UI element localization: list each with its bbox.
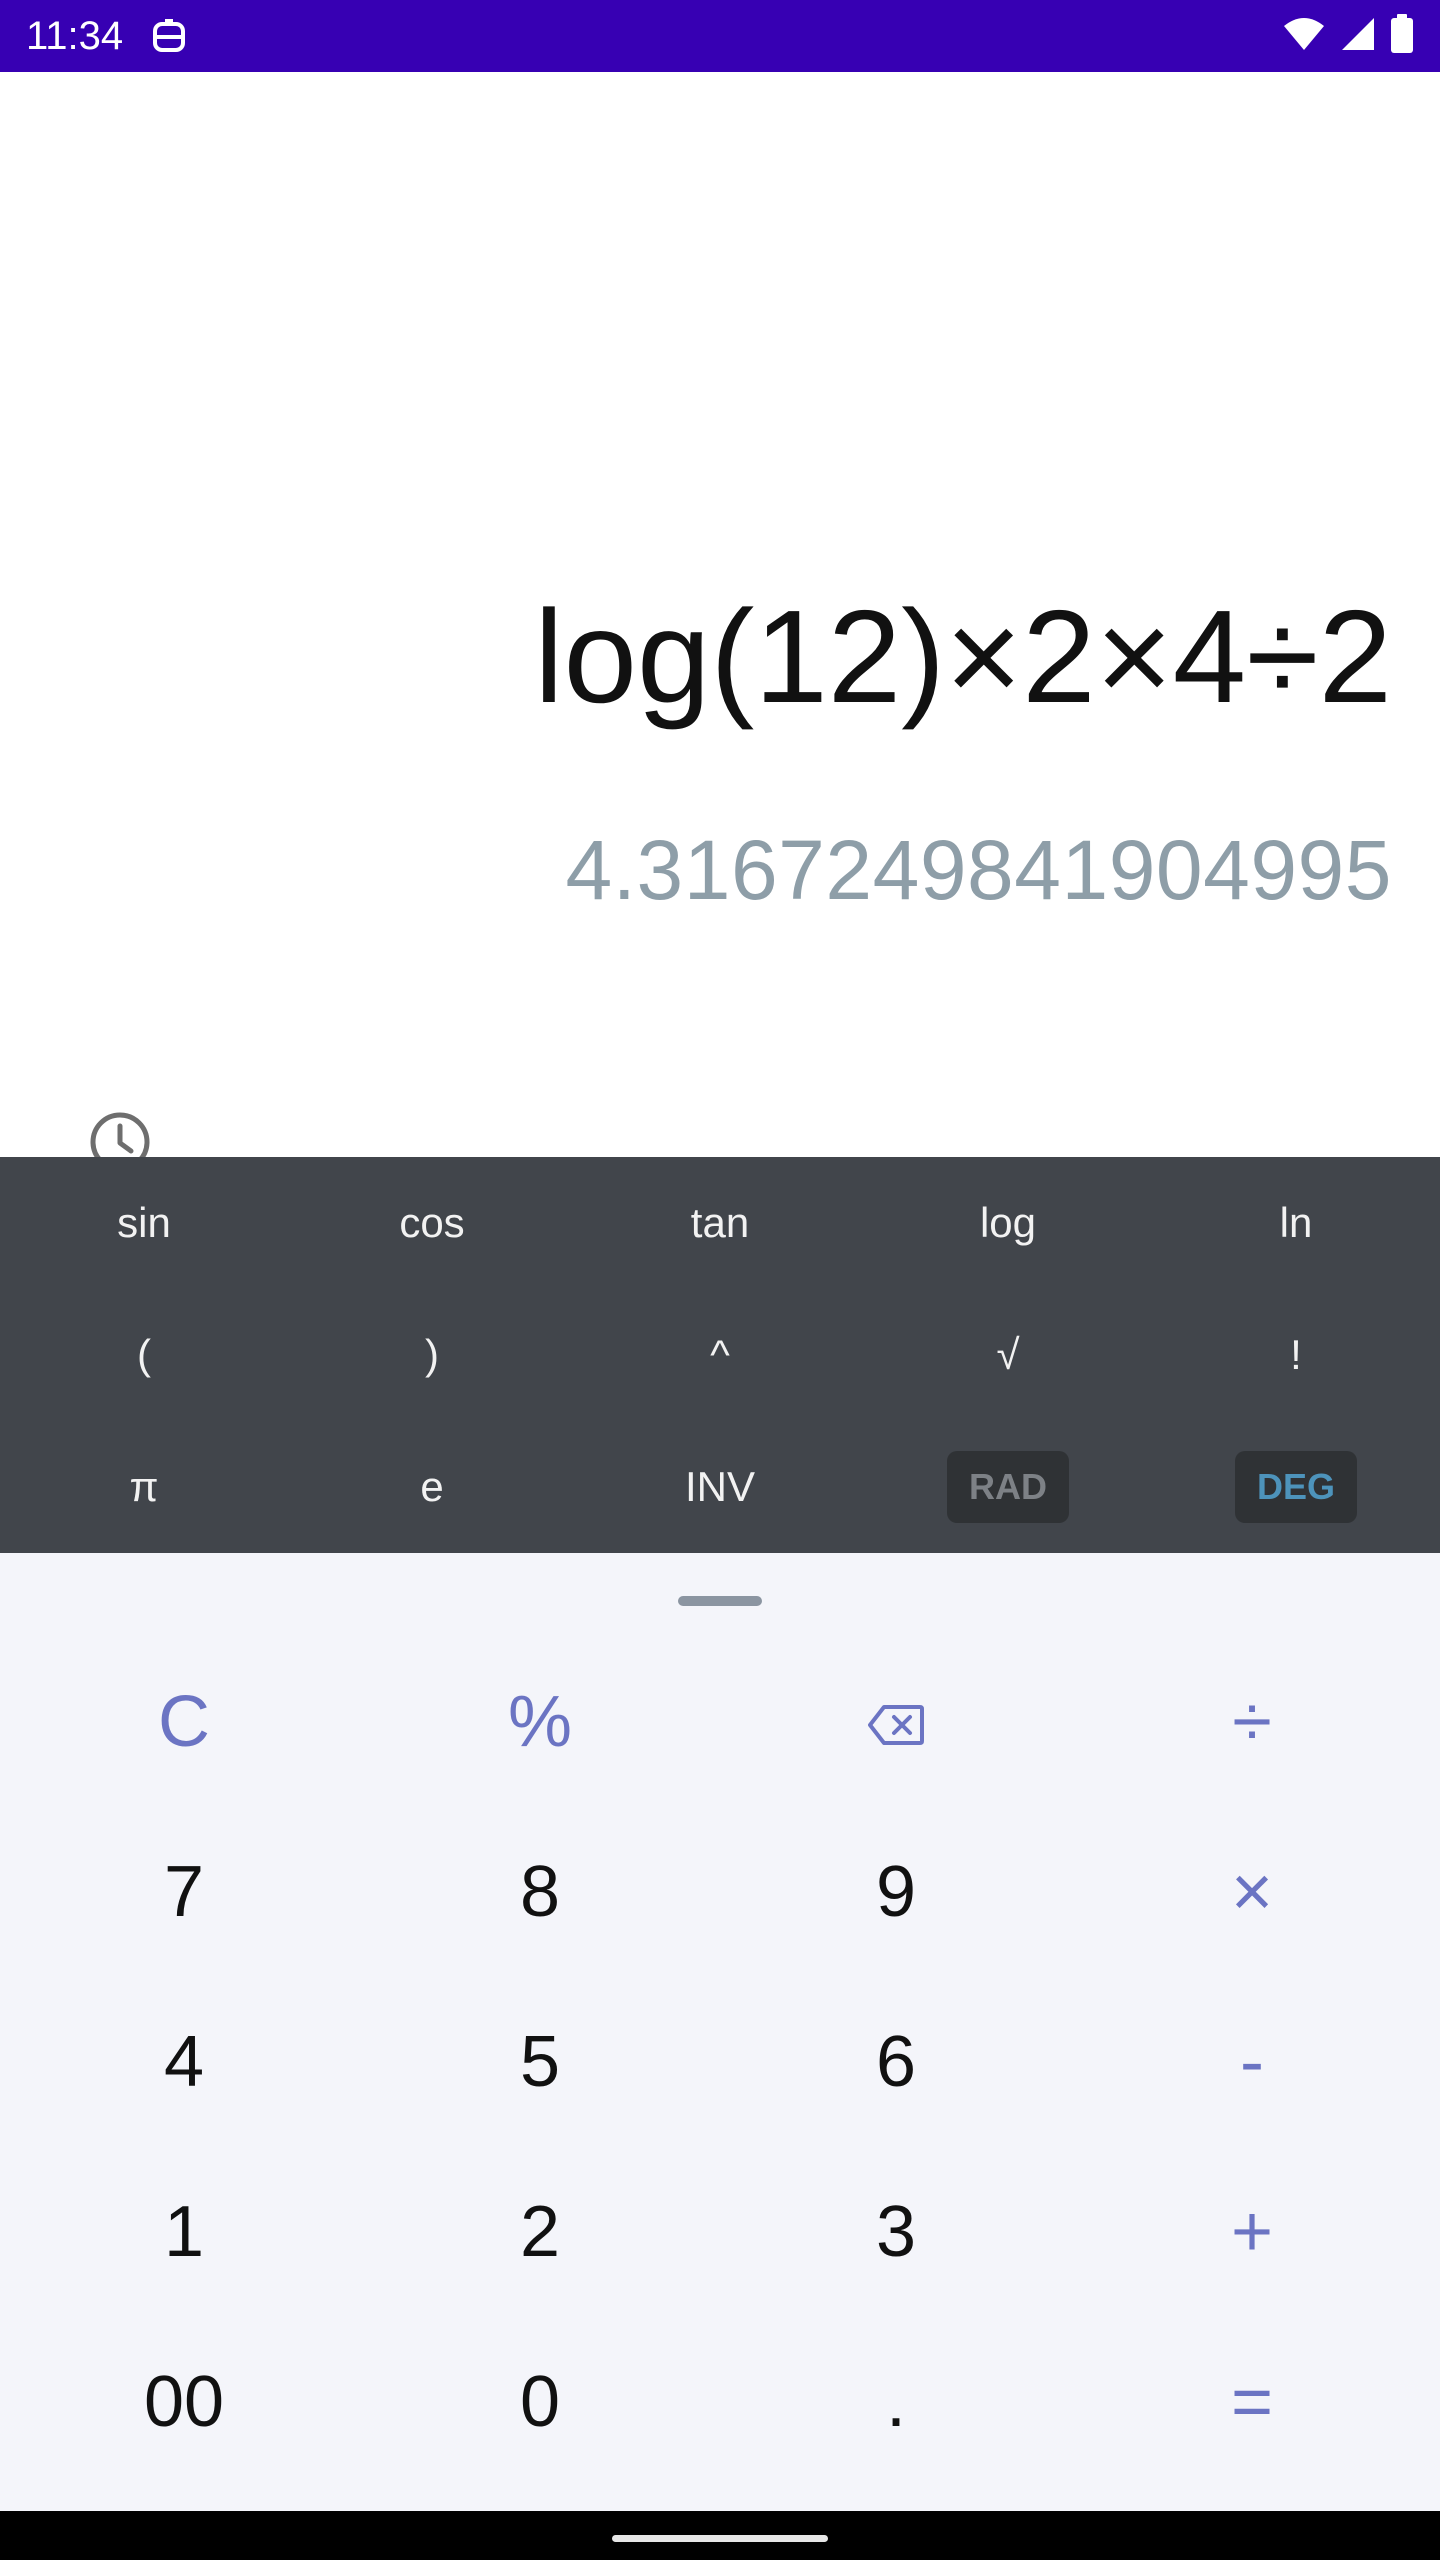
ln-button[interactable]: ln: [1152, 1157, 1440, 1289]
deg-toggle-label: DEG: [1234, 1451, 1357, 1523]
inverse-button[interactable]: INV: [576, 1421, 864, 1553]
digit-9-button[interactable]: 9: [718, 1807, 1074, 1977]
notification-app-icon: [152, 18, 186, 56]
digit-8-button[interactable]: 8: [362, 1807, 718, 1977]
result-preview: 4.3167249841904995: [565, 823, 1392, 917]
keypad-row-2: 7 8 9 ×: [0, 1807, 1440, 1977]
backspace-icon: [868, 1681, 924, 1763]
digit-4-button[interactable]: 4: [6, 1977, 362, 2147]
status-time: 11:34: [26, 14, 124, 58]
double-zero-button[interactable]: 00: [6, 2317, 362, 2487]
scientific-row-1: sin cos tan log ln: [0, 1157, 1440, 1289]
rad-toggle-label: RAD: [947, 1451, 1069, 1523]
navigation-bar: [0, 2511, 1440, 2560]
keypad-row-4: 1 2 3 +: [0, 2147, 1440, 2317]
backspace-button[interactable]: [718, 1637, 1074, 1807]
add-button[interactable]: +: [1074, 2147, 1430, 2317]
expression-text[interactable]: log(12)×2×4÷2: [534, 582, 1392, 732]
clear-button[interactable]: C: [6, 1637, 362, 1807]
rad-toggle[interactable]: RAD: [864, 1421, 1152, 1553]
log-button[interactable]: log: [864, 1157, 1152, 1289]
decimal-point-button[interactable]: .: [718, 2317, 1074, 2487]
digit-3-button[interactable]: 3: [718, 2147, 1074, 2317]
divide-button[interactable]: ÷: [1074, 1637, 1430, 1807]
multiply-button[interactable]: ×: [1074, 1807, 1430, 1977]
close-paren-button[interactable]: ): [288, 1289, 576, 1421]
cos-button[interactable]: cos: [288, 1157, 576, 1289]
digit-7-button[interactable]: 7: [6, 1807, 362, 1977]
digit-2-button[interactable]: 2: [362, 2147, 718, 2317]
percent-button[interactable]: %: [362, 1637, 718, 1807]
keypad-row-1: C % ÷: [0, 1637, 1440, 1807]
subtract-button[interactable]: -: [1074, 1977, 1430, 2147]
factorial-button[interactable]: !: [1152, 1289, 1440, 1421]
digit-0-button[interactable]: 0: [362, 2317, 718, 2487]
scientific-row-2: ( ) ^ √ !: [0, 1289, 1440, 1421]
battery-icon: [1390, 13, 1414, 59]
digit-6-button[interactable]: 6: [718, 1977, 1074, 2147]
digit-1-button[interactable]: 1: [6, 2147, 362, 2317]
panel-drag-handle[interactable]: [678, 1596, 762, 1606]
keypad: C % ÷ 7 8 9 × 4 5 6 - 1 2 3 + 00 0 . =: [0, 1553, 1440, 2511]
euler-button[interactable]: e: [288, 1421, 576, 1553]
calculator-display: log(12)×2×4÷2 4.3167249841904995: [0, 72, 1440, 1171]
keypad-row-5: 00 0 . =: [0, 2317, 1440, 2487]
keypad-row-3: 4 5 6 -: [0, 1977, 1440, 2147]
pi-button[interactable]: π: [0, 1421, 288, 1553]
scientific-panel: sin cos tan log ln ( ) ^ √ ! π e INV RAD…: [0, 1157, 1440, 1553]
tan-button[interactable]: tan: [576, 1157, 864, 1289]
digit-5-button[interactable]: 5: [362, 1977, 718, 2147]
sin-button[interactable]: sin: [0, 1157, 288, 1289]
open-paren-button[interactable]: (: [0, 1289, 288, 1421]
home-gesture-handle[interactable]: [612, 2535, 828, 2542]
equals-button[interactable]: =: [1074, 2317, 1430, 2487]
square-root-button[interactable]: √: [864, 1289, 1152, 1421]
status-icons: [1282, 13, 1414, 59]
cell-signal-icon: [1340, 16, 1376, 57]
power-button[interactable]: ^: [576, 1289, 864, 1421]
status-bar: 11:34: [0, 0, 1440, 72]
deg-toggle[interactable]: DEG: [1152, 1421, 1440, 1553]
wifi-icon: [1282, 16, 1326, 57]
scientific-row-3: π e INV RAD DEG: [0, 1421, 1440, 1553]
